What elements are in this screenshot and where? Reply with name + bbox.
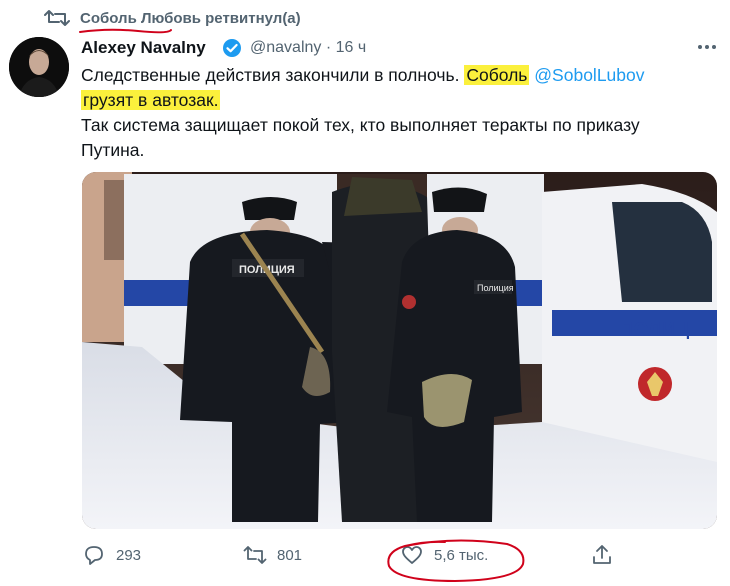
retweet-icon	[243, 546, 267, 564]
tweet-text-line: грузят в автозак.	[81, 90, 221, 111]
van-door-text: ПОЛИЦ	[620, 319, 690, 339]
retweet-icon	[44, 10, 70, 26]
retweet-count: 801	[277, 546, 303, 564]
retweet-button[interactable]: 801	[243, 541, 302, 569]
tweet-text-line: Следственные действия закончили в полноч…	[81, 65, 645, 86]
verified-badge-icon	[223, 39, 241, 57]
tweet-text-line: Путина.	[81, 140, 145, 160]
police-van-scene: ПОЛИЦ ПОЛИЦИЯ Полиция	[82, 172, 717, 529]
share-icon	[593, 545, 611, 564]
meta-separator: ·	[325, 39, 332, 56]
retweeted-by-label[interactable]: Соболь Любовь ретвитнул(а)	[80, 10, 301, 27]
highlighted-text: грузят в автозак.	[81, 90, 221, 110]
tweet-text: Следственные действия закончили в полноч…	[81, 65, 460, 85]
annotation-underline	[79, 28, 172, 34]
reply-icon	[85, 546, 103, 565]
more-options-icon[interactable]	[695, 38, 719, 56]
annotation-circle	[387, 539, 525, 583]
tweet-text-line: Так система защищает покой тех, кто выпо…	[81, 115, 640, 135]
author-name[interactable]: Alexey Navalny	[81, 38, 206, 58]
share-button[interactable]	[590, 541, 614, 569]
tweet-time[interactable]: 16 ч	[336, 39, 367, 56]
reply-count: 293	[116, 546, 142, 564]
tweet-meta: @navalny · 16 ч	[250, 39, 366, 57]
shoulder-patch: Полиция	[477, 283, 514, 293]
author-handle[interactable]: @navalny	[250, 39, 321, 56]
highlighted-text: Соболь	[464, 65, 530, 85]
tweet-photo[interactable]: ПОЛИЦ ПОЛИЦИЯ Полиция	[82, 172, 717, 529]
reply-button[interactable]: 293	[82, 541, 141, 569]
avatar-portrait	[9, 37, 69, 97]
mention-link[interactable]: @SobolLubov	[534, 65, 644, 85]
avatar[interactable]	[9, 37, 69, 97]
